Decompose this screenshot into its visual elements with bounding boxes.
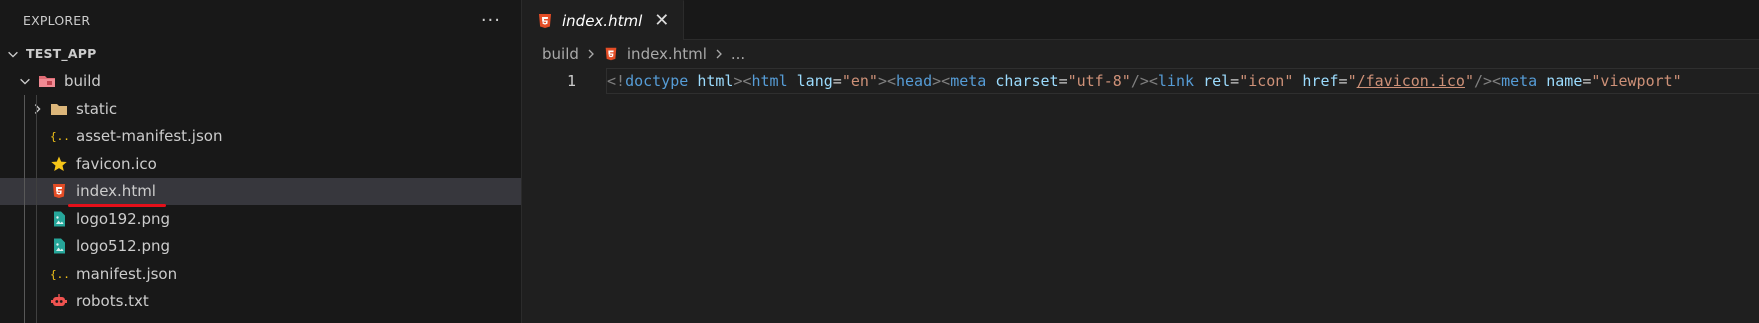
code-token: "icon" (1239, 72, 1294, 90)
code-token: doctype (625, 72, 689, 90)
code-token: meta (1501, 72, 1538, 90)
breadcrumb-item[interactable]: ... (731, 45, 745, 63)
file-label: manifest.json (76, 264, 178, 283)
build-folder-open-icon (38, 72, 56, 90)
html5-icon (536, 12, 554, 30)
file-robots[interactable]: robots.txt (0, 288, 521, 316)
explorer-title: EXPLORER (23, 12, 91, 28)
code-token: /favicon.ico (1356, 72, 1465, 90)
code-token: />< (1474, 72, 1502, 90)
chevron-right-icon (30, 102, 44, 116)
svg-text:{..}: {..} (50, 130, 68, 143)
explorer-header: EXPLORER ··· (0, 0, 521, 40)
code-token: head (896, 72, 933, 90)
editor-tabs: index.html ✕ (522, 0, 1759, 40)
tree-indent-guide (36, 95, 37, 323)
json-icon: {..} (50, 265, 68, 283)
file-logo512[interactable]: logo512.png (0, 233, 521, 261)
star-icon (50, 155, 68, 173)
code-token: = (832, 72, 842, 90)
image-icon (50, 237, 68, 255)
code-token: = (1230, 72, 1240, 90)
more-actions-icon[interactable]: ··· (481, 10, 501, 31)
code-token: html (697, 72, 734, 90)
close-icon[interactable]: ✕ (654, 11, 669, 30)
code-token: link (1157, 72, 1195, 90)
code-token: lang (796, 72, 833, 90)
code-token: href (1302, 72, 1339, 90)
code-token: "utf-8" (1067, 72, 1131, 90)
breadcrumb-item[interactable]: build (542, 45, 579, 63)
code-token: html (751, 72, 788, 90)
file-label: static (76, 99, 118, 118)
file-favicon[interactable]: favicon.ico (0, 150, 521, 178)
file-label: robots.txt (76, 292, 149, 311)
code-token: name (1546, 72, 1583, 90)
code-token: />< (1130, 72, 1158, 90)
tab-label: index.html (562, 11, 643, 30)
code-token: >< (877, 72, 896, 90)
annotation-underline (68, 204, 166, 207)
code-token: " (1347, 72, 1357, 90)
file-logo192[interactable]: logo192.png (0, 205, 521, 233)
tree-indent-guide (24, 95, 25, 323)
chevron-right-icon (585, 48, 597, 60)
html5-icon (603, 46, 619, 62)
file-label: logo512.png (76, 237, 170, 256)
file-label: favicon.ico (76, 154, 157, 173)
tab-index-html[interactable]: index.html ✕ (522, 0, 685, 40)
project-root[interactable]: TEST_APP (0, 40, 521, 68)
editor-area: index.html ✕ build index.html ... 1 <!do… (522, 0, 1759, 323)
file-asset-manifest[interactable]: {..} asset-manifest.json (0, 123, 521, 151)
svg-text:{..}: {..} (50, 268, 68, 281)
code-token: rel (1203, 72, 1231, 90)
code-line[interactable]: 1 <!doctype html><html lang="en"><head><… (522, 68, 1759, 94)
code-token: = (1058, 72, 1068, 90)
breadcrumb: build index.html ... (522, 40, 1759, 68)
code-token: charset (995, 72, 1059, 90)
chevron-down-icon (6, 47, 20, 61)
html5-icon (50, 182, 68, 200)
breadcrumb-item[interactable]: index.html (627, 45, 707, 63)
json-icon: {..} (50, 127, 68, 145)
file-label: logo192.png (76, 209, 170, 228)
code-token: "viewport" (1591, 72, 1682, 90)
folder-build[interactable]: build (0, 68, 521, 96)
explorer-sidebar: EXPLORER ··· TEST_APP build static {..} … (0, 0, 522, 323)
file-index-html[interactable]: index.html (0, 177, 521, 205)
file-label: asset-manifest.json (76, 127, 223, 146)
chevron-right-icon (713, 48, 725, 60)
code-token: meta (950, 72, 987, 90)
folder-build-label: build (64, 72, 101, 91)
folder-static[interactable]: static (0, 95, 521, 123)
folder-icon (50, 100, 68, 118)
project-label: TEST_APP (26, 46, 97, 62)
code-token: "en" (841, 72, 878, 90)
code-content[interactable]: <!doctype html><html lang="en"><head><me… (606, 68, 1759, 94)
code-token: >< (932, 72, 951, 90)
file-label: index.html (76, 182, 156, 201)
line-number: 1 (566, 72, 576, 90)
code-token: >< (733, 72, 752, 90)
code-token: = (1338, 72, 1348, 90)
chevron-down-icon (18, 74, 32, 88)
image-icon (50, 210, 68, 228)
code-token: <! (607, 72, 626, 90)
file-manifest-json[interactable]: {..} manifest.json (0, 260, 521, 288)
code-token: " (1464, 72, 1474, 90)
robot-icon (50, 292, 68, 310)
